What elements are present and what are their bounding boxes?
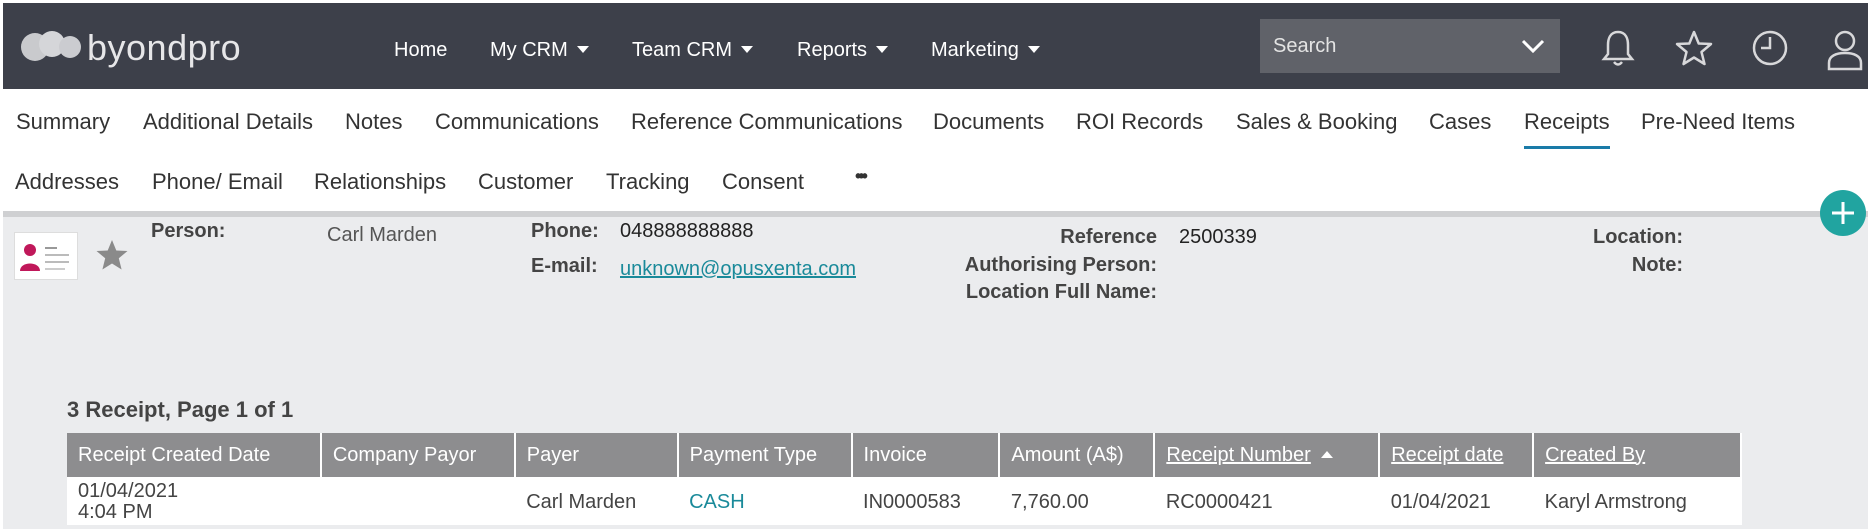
cell-created-by: Karyl Armstrong: [1533, 477, 1742, 525]
tab-summary[interactable]: Summary: [16, 109, 110, 135]
receipts-heading: 3 Receipt, Page 1 of 1: [67, 397, 294, 422]
cell-receipt-date: 01/04/2021: [1379, 477, 1534, 525]
reference-label: Reference: [1060, 226, 1157, 248]
plus-icon: [1832, 202, 1854, 224]
user-icon[interactable]: [1825, 29, 1865, 71]
cell-amount: 7,760.00: [999, 477, 1155, 525]
table-header-row: Receipt Created Date Company Payor Payer…: [67, 433, 1742, 477]
location-label: Location:: [1593, 226, 1683, 248]
clock-icon[interactable]: [1751, 29, 1789, 67]
cell-receipt-created-date: 01/04/2021 4:04 PM: [67, 477, 322, 525]
tab-reference-communications[interactable]: Reference Communications: [631, 109, 902, 135]
bell-icon[interactable]: [1601, 29, 1635, 67]
tab-tracking[interactable]: Tracking: [606, 169, 690, 195]
tab-additional-details[interactable]: Additional Details: [143, 109, 313, 135]
nav-marketing[interactable]: Marketing: [931, 39, 1040, 62]
cell-payer: Carl Marden: [514, 477, 679, 525]
person-label: Person:: [151, 220, 226, 242]
caret-down-icon: [576, 46, 589, 53]
authorising-person-label: Authorising Person:: [964, 254, 1157, 276]
tab-communications[interactable]: Communications: [435, 109, 599, 135]
phone-label: Phone:: [531, 220, 599, 242]
tab-pre-need-items[interactable]: Pre-Need Items: [1641, 109, 1795, 135]
tab-cases[interactable]: Cases: [1429, 109, 1491, 135]
person-value: Carl Marden: [327, 224, 438, 246]
more-tabs-button[interactable]: •••: [855, 166, 868, 187]
col-invoice[interactable]: Invoice: [851, 433, 1001, 477]
col-payment-type[interactable]: Payment Type: [677, 433, 853, 477]
col-receipt-created-date[interactable]: Receipt Created Date: [67, 433, 322, 477]
add-button[interactable]: [1820, 190, 1866, 236]
phone-value: 048888888888: [620, 220, 754, 242]
caret-down-icon: [1027, 46, 1040, 53]
logo-text: byondpro: [87, 27, 242, 68]
col-receipt-number[interactable]: Receipt Number: [1154, 433, 1381, 477]
tab-bar-row-1: Summary Additional Details Notes Communi…: [0, 100, 1868, 160]
tab-addresses[interactable]: Addresses: [15, 169, 119, 195]
location-full-name-label: Location Full Name:: [965, 281, 1157, 303]
nav-reports[interactable]: Reports: [797, 39, 889, 62]
cell-receipt-number: RC0000421: [1154, 477, 1380, 525]
email-link[interactable]: unknown@opusxenta.com: [620, 258, 856, 281]
cell-payment-type[interactable]: CASH: [677, 477, 853, 525]
receipts-table: Receipt Created Date Company Payor Payer…: [67, 433, 1742, 525]
nav-team-crm[interactable]: Team CRM: [632, 39, 754, 62]
tab-notes[interactable]: Notes: [345, 109, 402, 135]
search-input[interactable]: Search: [1260, 19, 1560, 73]
reference-value: 2500339: [1179, 226, 1257, 248]
email-label: E-mail:: [531, 255, 598, 277]
nav-home[interactable]: Home: [394, 39, 447, 62]
tab-relationships[interactable]: Relationships: [314, 169, 446, 195]
tab-roi-records[interactable]: ROI Records: [1076, 109, 1203, 135]
note-label: Note:: [1631, 254, 1683, 276]
col-amount[interactable]: Amount (A$): [999, 433, 1156, 477]
col-payer[interactable]: Payer: [514, 433, 679, 477]
col-receipt-date[interactable]: Receipt date: [1379, 433, 1535, 477]
active-tab-indicator: [1524, 146, 1610, 149]
caret-down-icon: [876, 46, 889, 53]
contact-card-icon: [14, 232, 78, 280]
cell-company-payor: [320, 477, 516, 525]
sort-ascending-icon: [1320, 450, 1333, 458]
star-icon[interactable]: [1675, 29, 1713, 67]
nav-my-crm[interactable]: My CRM: [490, 39, 589, 62]
col-company-payor[interactable]: Company Payor: [320, 433, 516, 477]
tab-sales-booking[interactable]: Sales & Booking: [1236, 109, 1397, 135]
top-navigation-bar: byondpro Home My CRM Team CRM Reports Ma…: [3, 3, 1868, 89]
tab-receipts[interactable]: Receipts: [1524, 109, 1610, 135]
tab-phone-email[interactable]: Phone/ Email: [152, 169, 283, 195]
col-created-by[interactable]: Created By: [1533, 433, 1742, 477]
cell-invoice: IN0000583: [851, 477, 1000, 525]
favorite-star-icon[interactable]: [95, 238, 129, 272]
tab-consent[interactable]: Consent: [722, 169, 804, 195]
chevron-down-icon[interactable]: [1520, 33, 1546, 59]
tab-documents[interactable]: Documents: [933, 109, 1044, 135]
tab-customer[interactable]: Customer: [478, 169, 573, 195]
table-row[interactable]: 01/04/2021 4:04 PM Carl Marden CASH IN000…: [67, 477, 1742, 525]
caret-down-icon: [741, 46, 754, 53]
